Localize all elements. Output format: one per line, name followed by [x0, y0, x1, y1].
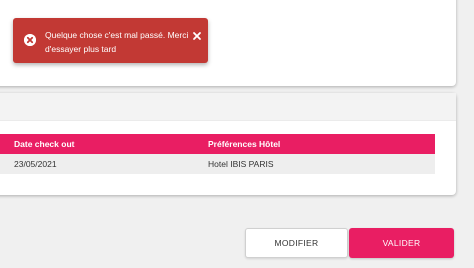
reservation-card: Date check out Préférences Hôtel 23/05/2…	[0, 93, 456, 195]
column-header-hotel-preferences: Préférences Hôtel	[208, 139, 281, 149]
cell-hotel-preferences: Hotel IBIS PARIS	[208, 159, 274, 169]
table-row: 23/05/2021 Hotel IBIS PARIS	[0, 154, 435, 174]
modify-button[interactable]: MODIFIER	[245, 228, 348, 258]
reservation-table: Date check out Préférences Hôtel 23/05/2…	[0, 134, 435, 174]
error-toast: Quelque chose c'est mal passé. Merci d'e…	[13, 18, 208, 63]
validate-button[interactable]: VALIDER	[349, 228, 454, 258]
card-header-strip	[0, 93, 456, 121]
cell-date-check-out: 23/05/2021	[14, 159, 57, 169]
column-header-date-check-out: Date check out	[14, 139, 75, 149]
table-header-row: Date check out Préférences Hôtel	[0, 134, 435, 154]
toast-message: Quelque chose c'est mal passé. Merci d'e…	[45, 30, 189, 54]
close-icon[interactable]	[192, 28, 202, 40]
error-circle-icon	[24, 34, 36, 46]
